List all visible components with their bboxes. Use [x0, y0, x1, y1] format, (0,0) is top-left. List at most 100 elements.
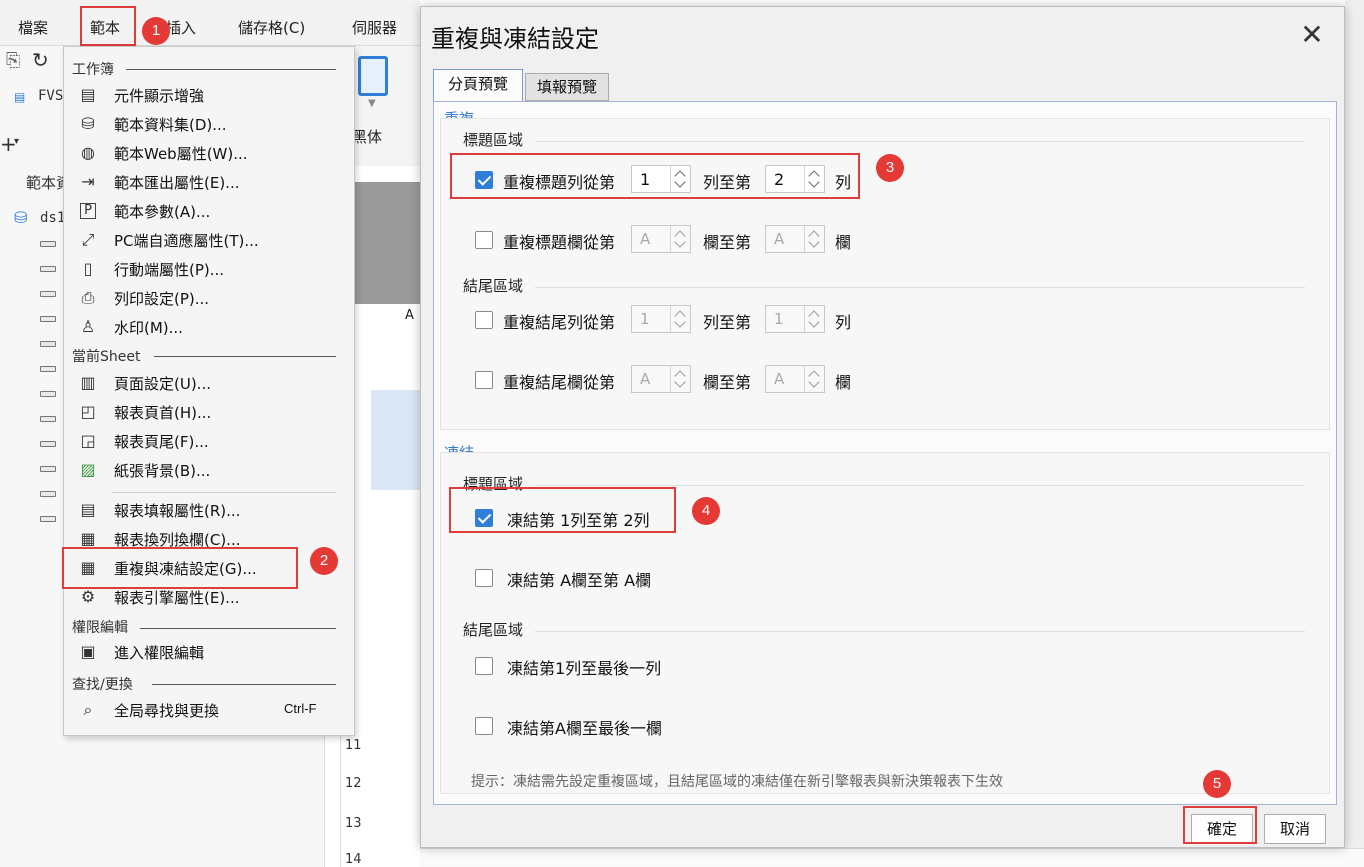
- dialog-content: 重複 標題區域 重複標題列從第 1 列至第 2 列 重複標題欄從第 A 欄至第 …: [433, 101, 1337, 805]
- field-icon[interactable]: [40, 316, 56, 322]
- engine-icon: ⚙: [80, 587, 96, 606]
- menu-item-pc-adaptive[interactable]: ⤢ PC端自適應屬性(T)...: [76, 227, 346, 253]
- repeat-footer-row-label: 重複結尾列從第: [503, 313, 616, 332]
- menu-item-report-header[interactable]: ◰ 報表頁首(H)...: [76, 399, 346, 425]
- menu-item-report-footer[interactable]: ◲ 報表頁尾(F)...: [76, 428, 346, 454]
- menu-item-component-display[interactable]: ▤ 元件顯示增強: [76, 82, 346, 108]
- field-icon[interactable]: [40, 241, 56, 247]
- stepper-arrows-icon[interactable]: [804, 366, 824, 392]
- stepper-arrows-icon[interactable]: [670, 226, 690, 252]
- repeat-title-col-label: 重複標題欄從第: [503, 233, 616, 252]
- fvs-label[interactable]: FVS: [38, 88, 63, 104]
- menu-file[interactable]: 檔案: [18, 17, 48, 38]
- stepper-value: A: [640, 230, 651, 248]
- add-dataset-dropdown-icon[interactable]: ▾: [14, 136, 19, 147]
- menu-item-page-setup[interactable]: ▥ 頁面設定(U)...: [76, 370, 346, 396]
- field-icon[interactable]: [40, 341, 56, 347]
- repeat-footer-col-label: 重複結尾欄從第: [503, 373, 616, 392]
- cancel-button[interactable]: 取消: [1264, 814, 1326, 844]
- group-divider: [535, 141, 1305, 142]
- field-icon[interactable]: [40, 491, 56, 497]
- printer-icon: ⎙: [81, 288, 95, 307]
- stepper-arrows-icon[interactable]: [804, 306, 824, 332]
- format-painter-icon[interactable]: ⎘: [6, 50, 20, 71]
- row-number[interactable]: 14: [345, 852, 362, 867]
- menu-item-fill-report[interactable]: ▤ 報表填報屬性(R)...: [76, 497, 346, 523]
- repeat-footer-row-to-stepper[interactable]: 1: [765, 305, 825, 333]
- repeat-title-col-checkbox[interactable]: [475, 231, 493, 249]
- menu-item-mobile[interactable]: ▯ 行動端屬性(P)...: [76, 256, 346, 282]
- menu-item-paper-background[interactable]: ▨ 紙張背景(B)...: [76, 457, 346, 483]
- stepper-arrows-icon[interactable]: [670, 306, 690, 332]
- chevron-down-icon[interactable]: ▼: [368, 98, 376, 109]
- field-icon[interactable]: [40, 266, 56, 272]
- refresh-icon[interactable]: ↻: [32, 48, 49, 72]
- repeat-footer-col-from-stepper[interactable]: A: [631, 365, 691, 393]
- menu-separator: [112, 492, 336, 493]
- repeat-freeze-dialog: 重複與凍結設定 ✕ 分頁預覽 填報預覽 重複 標題區域 重複標題列從第 1 列至…: [420, 6, 1345, 848]
- ruler-area: [352, 182, 424, 304]
- repeat-title-col-option: 重複標題欄從第 A 欄至第 A 欄: [475, 225, 895, 255]
- menu-bar: 檔案 範本 插入 儲存格(C) 伺服器: [0, 0, 420, 46]
- menu-item-print-settings[interactable]: ⎙ 列印設定(P)...: [76, 285, 346, 311]
- menu-cell[interactable]: 儲存格(C): [238, 17, 305, 38]
- close-icon[interactable]: ✕: [1297, 21, 1327, 51]
- step-badge-3: 3: [876, 154, 904, 182]
- menu-insert[interactable]: 插入: [166, 17, 196, 38]
- field-icon[interactable]: [40, 291, 56, 297]
- tab-fill-preview[interactable]: 填報預覽: [525, 73, 609, 101]
- freeze-footer-row-option: 凍結第1列至最後一列: [475, 651, 775, 681]
- menu-item-find-replace[interactable]: ⌕ 全局尋找與更換 Ctrl-F: [76, 697, 346, 723]
- field-icon[interactable]: [40, 466, 56, 472]
- stepper-value: A: [640, 370, 651, 388]
- repeat-footer-row-option: 重複結尾列從第 1 列至第 1 列: [475, 305, 895, 335]
- fill-report-icon: ▤: [80, 500, 96, 519]
- permission-icon: ▣: [80, 642, 96, 661]
- tab-page-preview[interactable]: 分頁預覽: [433, 69, 523, 101]
- freeze-footer-row-checkbox[interactable]: [475, 657, 493, 675]
- repeat-footer-col-checkbox[interactable]: [475, 371, 493, 389]
- repeat-footer-col-to-stepper[interactable]: A: [765, 365, 825, 393]
- field-icon[interactable]: [40, 516, 56, 522]
- highlight-freeze-title-row: [449, 487, 676, 533]
- field-icon[interactable]: [40, 441, 56, 447]
- menu-item-parameters[interactable]: P 範本參數(A)...: [76, 198, 346, 224]
- highlight-template-menu: [80, 6, 136, 46]
- stepper-arrows-icon[interactable]: [804, 226, 824, 252]
- freeze-footer-row-label: 凍結第1列至最後一列: [507, 659, 662, 678]
- stepper-arrows-icon[interactable]: [670, 366, 690, 392]
- field-icon[interactable]: [40, 391, 56, 397]
- menu-item-permission-edit[interactable]: ▣ 進入權限編輯: [76, 639, 346, 665]
- row-number[interactable]: 11: [345, 738, 362, 753]
- field-icon[interactable]: [40, 366, 56, 372]
- row-number[interactable]: 13: [345, 816, 362, 831]
- step-badge-1: 1: [142, 17, 170, 45]
- repeat-footer-row-checkbox[interactable]: [475, 311, 493, 329]
- menu-server[interactable]: 伺服器: [352, 17, 397, 38]
- repeat-footer-row-from-stepper[interactable]: 1: [631, 305, 691, 333]
- right-edge: [1345, 0, 1364, 867]
- section-divider: [152, 684, 336, 685]
- globe-icon: ◍: [81, 143, 95, 162]
- preview-icon[interactable]: [358, 56, 388, 96]
- highlight-repeat-title-row: [450, 153, 860, 199]
- group-divider: [535, 631, 1305, 632]
- column-header-a[interactable]: A: [405, 308, 414, 323]
- freeze-footer-col-checkbox[interactable]: [475, 717, 493, 735]
- menu-item-watermark[interactable]: ♙ 水印(M)...: [76, 314, 346, 340]
- ds1-label[interactable]: ds1: [40, 210, 65, 226]
- dataset-icon: ⛁: [81, 114, 95, 133]
- field-icon[interactable]: [40, 416, 56, 422]
- menu-item-dataset[interactable]: ⛁ 範本資料集(D)...: [76, 111, 346, 137]
- freeze-hint: 提示：凍結需先設定重複區域，且結尾區域的凍結僅在新引擎報表與新決策報表下生效: [471, 774, 1003, 790]
- menu-item-web-properties[interactable]: ◍ 範本Web屬性(W)...: [76, 140, 346, 166]
- font-box[interactable]: 黑体: [352, 126, 382, 147]
- parameter-icon: P: [80, 203, 96, 219]
- freeze-title-col-checkbox[interactable]: [475, 569, 493, 587]
- freeze-footer-col-label: 凍結第A欄至最後一欄: [507, 719, 662, 738]
- menu-item-export-properties[interactable]: ⇥ 範本匯出屬性(E)...: [76, 169, 346, 195]
- row-number[interactable]: 12: [345, 776, 362, 791]
- repeat-footer-row-unit: 列: [835, 313, 852, 332]
- repeat-title-col-from-stepper[interactable]: A: [631, 225, 691, 253]
- repeat-title-col-to-stepper[interactable]: A: [765, 225, 825, 253]
